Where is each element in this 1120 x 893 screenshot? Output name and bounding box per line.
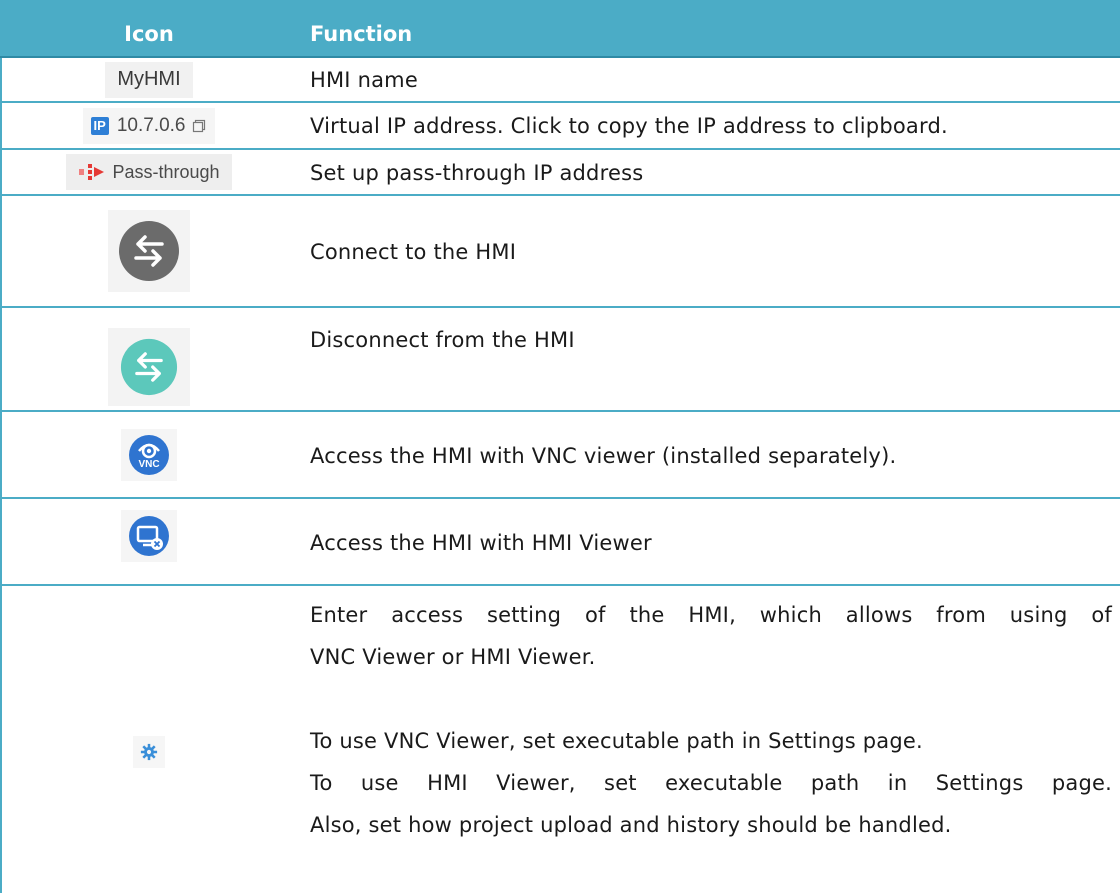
pass-through-button[interactable]: Pass-through — [66, 154, 232, 190]
hmi-viewer-button[interactable] — [121, 509, 177, 562]
table-row: Pass-through Set up pass-through IP addr… — [0, 150, 1120, 196]
vnc-button[interactable]: VNC — [121, 428, 177, 481]
table-header: Icon Function — [0, 0, 1120, 58]
table-row: Access the HMI with HMI Viewer — [0, 499, 1120, 586]
function-text-block: Enter access setting of the HMI, which a… — [310, 594, 1112, 846]
function-text: Set up pass-through IP address — [310, 161, 644, 185]
function-text: Access the HMI with VNC viewer (installe… — [310, 444, 897, 468]
ip-address-text: 10.7.0.6 — [116, 114, 186, 136]
function-text: Access the HMI with HMI Viewer — [310, 531, 652, 555]
header-icon: Icon — [124, 22, 174, 46]
disconnect-icon — [120, 338, 178, 396]
gear-icon — [140, 743, 158, 761]
connect-icon — [119, 221, 179, 281]
function-text: Virtual IP address. Click to copy the IP… — [310, 114, 948, 138]
vnc-icon: VNC — [129, 434, 169, 475]
function-text: Connect to the HMI — [310, 240, 517, 264]
table-row: MyHMI HMI name — [0, 58, 1120, 103]
virtual-ip-chip[interactable]: IP 10.7.0.6 — [82, 107, 216, 144]
hmi-viewer-icon — [129, 515, 169, 556]
function-line: Also, set how project upload and history… — [310, 813, 952, 837]
table-row: Enter access setting of the HMI, which a… — [0, 586, 1120, 893]
function-line: To use HMI Viewer, set executable path i… — [310, 771, 1112, 795]
access-settings-button[interactable] — [133, 736, 165, 768]
header-function: Function — [310, 22, 413, 46]
pass-through-label: Pass-through — [112, 161, 220, 182]
table-row: IP 10.7.0.6 Virtual IP address. Click to… — [0, 103, 1120, 150]
disconnect-button[interactable] — [108, 328, 190, 406]
function-text: HMI name — [310, 68, 418, 92]
table-row: VNC Access the HMI with VNC viewer (inst… — [0, 412, 1120, 499]
connect-button[interactable] — [108, 210, 190, 292]
hmi-name-label[interactable]: MyHMI — [105, 61, 193, 98]
function-text: Disconnect from the HMI — [310, 328, 575, 352]
function-line: VNC Viewer or HMI Viewer. — [310, 645, 596, 669]
copy-icon[interactable] — [191, 118, 207, 134]
function-line: Enter access setting of the HMI, which a… — [310, 603, 1112, 627]
ip-badge-icon: IP — [90, 116, 109, 135]
pass-through-icon — [79, 164, 105, 180]
function-line-blank — [310, 678, 1112, 720]
table-row: Connect to the HMI — [0, 196, 1120, 308]
table-row: Disconnect from the HMI — [0, 308, 1120, 412]
function-line: To use VNC Viewer, set executable path i… — [310, 729, 923, 753]
vnc-icon-text: VNC — [138, 459, 159, 470]
